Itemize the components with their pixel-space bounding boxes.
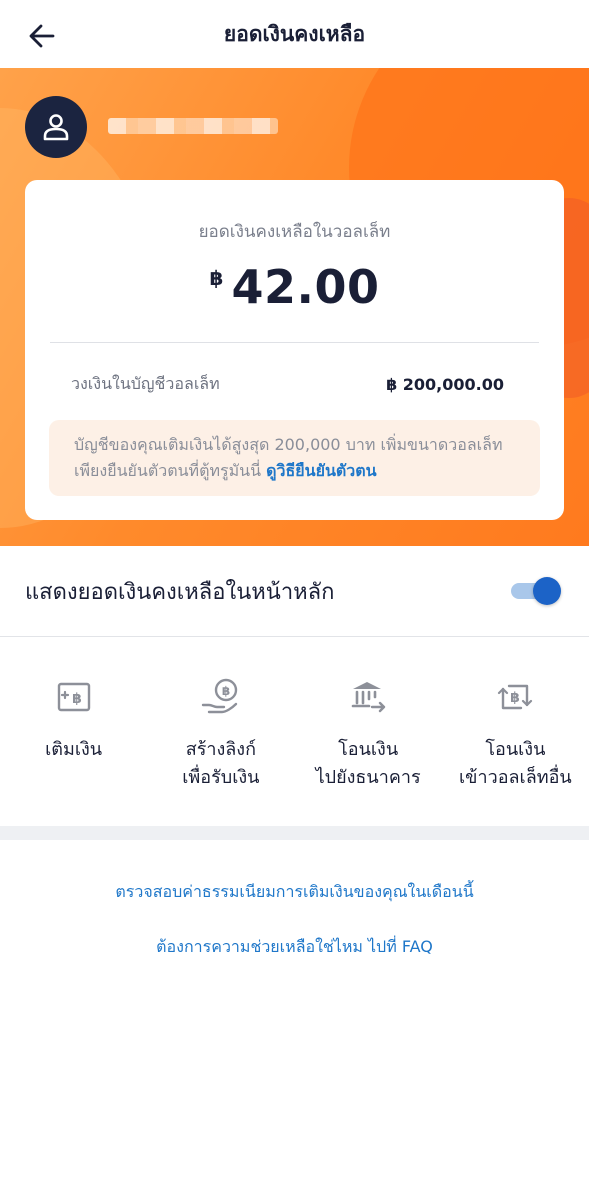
balance-label: ยอดเงินคงเหลือในวอลเล็ท [198, 222, 391, 242]
help-links: ตรวจสอบค่าธรรมเนียมการเติมเงินของคุณในเด… [0, 880, 589, 960]
verify-identity-link[interactable]: ดูวิธียืนยันตัวตน [266, 461, 376, 480]
topup-button[interactable]: ฿ เติมเงิน [0, 660, 147, 820]
currency-symbol: ฿ [209, 266, 224, 290]
wallet-limit-row: วงเงินในบัญชีวอลเล็ท ฿ 200,000.00 [71, 372, 504, 397]
section-separator [0, 826, 589, 840]
user-icon [43, 114, 69, 141]
svg-text:฿: ฿ [72, 691, 82, 707]
transfer-to-bank-button[interactable]: โอนเงิน ไปยังธนาคาร [295, 660, 442, 820]
wallet-limit-value: ฿ 200,000.00 [386, 375, 504, 394]
top-bar: ยอดเงินคงเหลือ [0, 0, 589, 68]
action-label: เติมเงิน [45, 739, 103, 760]
page-title: ยอดเงินคงเหลือ [223, 21, 366, 46]
fee-check-link[interactable]: ตรวจสอบค่าธรรมเนียมการเติมเงินของคุณในเด… [0, 880, 589, 905]
wallet-limit-label: วงเงินในบัญชีวอลเล็ท [71, 374, 220, 393]
action-label: โอนเงิน ไปยังธนาคาร [315, 739, 421, 788]
wallet-actions: ฿ เติมเงิน ฿ สร้างลิงก์ เพื่อรับเงิน โอน… [0, 660, 589, 820]
faq-link[interactable]: ต้องการความช่วยเหลือใช่ไหม ไปที่ FAQ [0, 935, 589, 960]
balance-amount: ฿ 42.00 [25, 260, 564, 314]
masked-account-name [108, 118, 278, 134]
topup-icon: ฿ [49, 672, 99, 722]
receive-money-icon: ฿ [196, 672, 246, 722]
divider [0, 636, 589, 637]
balance-value: 42.00 [231, 260, 380, 314]
back-button[interactable] [22, 16, 62, 56]
arrow-left-icon [29, 24, 55, 48]
svg-text:฿: ฿ [222, 684, 230, 698]
toggle-knob [533, 577, 561, 605]
balance-card: ยอดเงินคงเหลือในวอลเล็ท ฿ 42.00 วงเงินใน… [25, 180, 564, 520]
show-balance-setting: แสดงยอดเงินคงเหลือในหน้าหลัก [0, 546, 589, 636]
svg-text:฿: ฿ [511, 690, 521, 706]
create-receive-link-button[interactable]: ฿ สร้างลิงก์ เพื่อรับเงิน [147, 660, 294, 820]
show-balance-label: แสดงยอดเงินคงเหลือในหน้าหลัก [25, 579, 335, 605]
transfer-to-wallet-button[interactable]: ฿ โอนเงิน เข้าวอลเล็ทอื่น [442, 660, 589, 820]
bank-transfer-icon [343, 672, 393, 722]
wallet-transfer-icon: ฿ [490, 672, 540, 722]
action-label: สร้างลิงก์ เพื่อรับเงิน [182, 739, 260, 788]
show-balance-toggle[interactable] [511, 577, 561, 605]
divider [50, 342, 539, 343]
avatar[interactable] [25, 96, 87, 158]
upgrade-info-box: บัญชีของคุณเติมเงินได้สูงสุด 200,000 บาท… [49, 420, 540, 496]
action-label: โอนเงิน เข้าวอลเล็ทอื่น [459, 739, 572, 788]
